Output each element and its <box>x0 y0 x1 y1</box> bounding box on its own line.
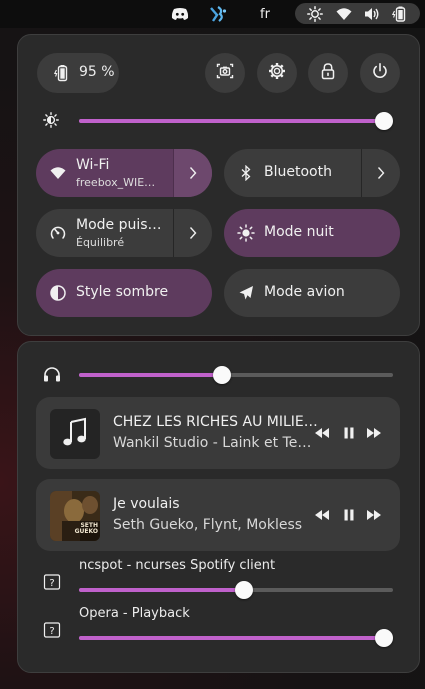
top-bar: fr <box>0 0 425 28</box>
volume-media-panel: CHEZ LES RICHES AU MILIE… Wankil Studio … <box>17 341 420 673</box>
app-volume-knob[interactable] <box>375 629 393 647</box>
dark-style-icon <box>48 283 68 303</box>
pause-icon <box>343 424 355 443</box>
app-volume-fill <box>79 588 244 592</box>
app-volume-fill <box>79 636 384 640</box>
app-volume-slider[interactable] <box>79 629 393 647</box>
night-light-label: Mode nuit <box>264 224 334 240</box>
brightness-icon <box>306 5 324 23</box>
wifi-menu-arrow[interactable] <box>173 149 212 197</box>
battery-status-button[interactable]: 95 % <box>37 53 119 93</box>
dark-style-label: Style sombre <box>76 284 169 300</box>
output-volume-slider[interactable] <box>79 366 393 384</box>
previous-track-button[interactable] <box>313 424 331 442</box>
skip-forward-icon <box>366 506 382 525</box>
wifi-network-name: freebox_WIE… <box>76 176 156 189</box>
lock-screen-button[interactable] <box>308 53 348 93</box>
app-volume-knob[interactable] <box>235 581 253 599</box>
airplane-mode-label: Mode avion <box>264 284 345 300</box>
airplane-mode-toggle[interactable]: Mode avion <box>224 269 400 317</box>
volume-icon <box>363 5 381 23</box>
album-art <box>50 409 100 459</box>
music-note-icon <box>62 417 88 451</box>
power-mode-value: Équilibré <box>76 236 125 249</box>
battery-percentage: 95 % <box>79 64 115 80</box>
power-button[interactable] <box>360 53 400 93</box>
settings-icon <box>268 62 286 84</box>
app-volume-label: Opera - Playback <box>79 606 190 621</box>
wifi-icon <box>48 163 68 183</box>
power-mode-toggle[interactable]: Mode puis… Équilibré <box>36 209 212 257</box>
unknown-app-icon: ? <box>43 621 63 641</box>
bluetooth-icon <box>236 163 256 183</box>
quick-settings-panel: 95 % Wi-Fi freebox_WIE… Bluetooth Mode p… <box>17 34 420 336</box>
brightness-icon <box>43 112 59 132</box>
airplane-icon <box>236 283 256 303</box>
unknown-app-icon: ? <box>43 573 63 593</box>
chevron-right-icon <box>377 166 385 180</box>
track-artist: Wankil Studio - Laink et Te… <box>113 435 312 451</box>
battery-icon <box>53 64 71 86</box>
dark-style-toggle[interactable]: Style sombre <box>36 269 212 317</box>
skip-back-icon <box>314 506 330 525</box>
track-artist: Seth Gueko, Flynt, Mokless <box>113 517 303 533</box>
power-icon <box>371 62 389 84</box>
headphones-icon[interactable] <box>43 366 61 386</box>
next-track-button[interactable] <box>365 506 383 524</box>
wifi-icon <box>335 5 353 23</box>
svg-text:?: ? <box>49 578 54 589</box>
media-player-card[interactable]: SETH GUEKO Je voulais Seth Gueko, Flynt, … <box>36 479 400 551</box>
screenshot-button[interactable] <box>205 53 245 93</box>
wifi-toggle[interactable]: Wi-Fi freebox_WIE… <box>36 149 212 197</box>
discord-icon[interactable] <box>170 4 190 24</box>
night-light-icon <box>236 223 256 243</box>
pause-button[interactable] <box>340 506 358 524</box>
previous-track-button[interactable] <box>313 506 331 524</box>
app-icon[interactable] <box>207 4 229 24</box>
lock-icon <box>320 62 336 84</box>
power-mode-icon <box>48 223 68 243</box>
chevron-right-icon <box>189 166 197 180</box>
power-mode-menu-arrow[interactable] <box>173 209 212 257</box>
app-volume-label: ncspot - ncurses Spotify client <box>79 558 276 573</box>
bluetooth-toggle[interactable]: Bluetooth <box>224 149 400 197</box>
screenshot-icon <box>216 62 234 84</box>
album-art-text: SETH GUEKO <box>74 522 98 535</box>
brightness-slider[interactable] <box>79 112 393 130</box>
bluetooth-label: Bluetooth <box>264 164 332 180</box>
brightness-slider-knob[interactable] <box>375 112 393 130</box>
settings-button[interactable] <box>257 53 297 93</box>
wifi-label: Wi-Fi <box>76 157 110 173</box>
keyboard-layout-indicator[interactable]: fr <box>253 4 277 24</box>
output-volume-fill <box>79 373 222 377</box>
svg-text:?: ? <box>49 626 54 637</box>
app-volume-slider[interactable] <box>79 581 393 599</box>
media-player-card[interactable]: CHEZ LES RICHES AU MILIE… Wankil Studio … <box>36 397 400 469</box>
pause-button[interactable] <box>340 424 358 442</box>
brightness-slider-fill <box>79 119 384 123</box>
bluetooth-menu-arrow[interactable] <box>361 149 400 197</box>
power-mode-label: Mode puis… <box>76 217 162 233</box>
skip-forward-icon <box>366 424 382 443</box>
next-track-button[interactable] <box>365 424 383 442</box>
night-light-toggle[interactable]: Mode nuit <box>224 209 400 257</box>
pause-icon <box>343 506 355 525</box>
skip-back-icon <box>314 424 330 443</box>
track-title: Je voulais <box>113 496 180 512</box>
album-art: SETH GUEKO <box>50 491 100 541</box>
chevron-right-icon <box>189 226 197 240</box>
track-title: CHEZ LES RICHES AU MILIE… <box>113 414 318 430</box>
output-volume-knob[interactable] <box>213 366 231 384</box>
system-status-menu[interactable] <box>295 3 420 24</box>
battery-icon <box>391 5 409 23</box>
